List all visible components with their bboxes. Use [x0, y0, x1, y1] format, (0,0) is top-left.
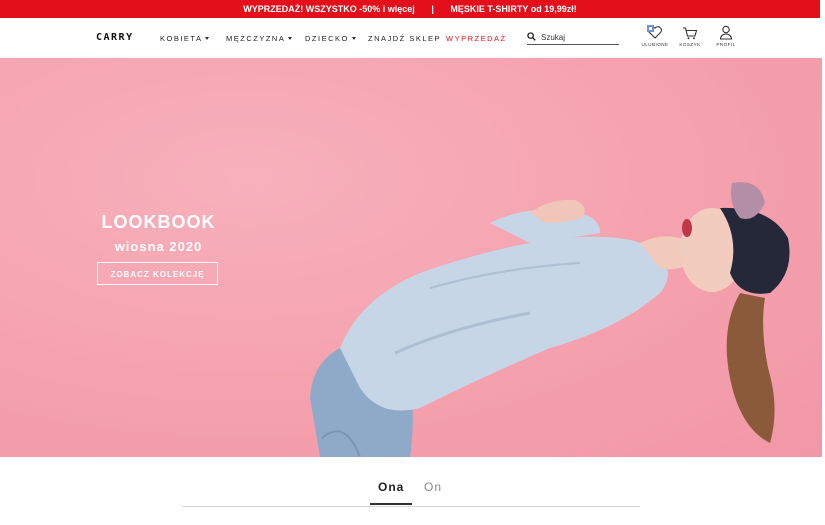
- user-icon: [711, 23, 741, 40]
- promo-bar[interactable]: WYPRZEDAŻ! WSZYSTKO -50% i więcej | MĘSK…: [0, 0, 820, 18]
- tab-ona[interactable]: Ona: [378, 480, 404, 494]
- hero-model-photo: [310, 182, 790, 457]
- hero-title: LOOKBOOK: [101, 212, 216, 232]
- search-box: [527, 30, 619, 45]
- site-header: CARRY KOBIETA MĘŻCZYZNA DZIECKO ZNAJDŹ S…: [0, 18, 825, 58]
- search-icon[interactable]: [527, 32, 537, 42]
- nav-item-kobieta[interactable]: KOBIETA: [160, 32, 226, 44]
- favorites-label: ULUBIONE: [641, 42, 669, 47]
- main-nav: KOBIETA MĘŻCZYZNA DZIECKO ZNAJDŹ SKLEP W…: [160, 32, 507, 44]
- hero-subtitle: wiosna 2020: [114, 239, 203, 254]
- profile-label: PROFIL: [716, 42, 736, 47]
- promo-separator: |: [431, 4, 434, 14]
- nav-item-label: MĘŻCZYZNA: [226, 33, 286, 43]
- see-collection-button[interactable]: ZOBACZ KOLEKCJĘ: [97, 262, 218, 285]
- search-input[interactable]: [541, 32, 617, 42]
- gender-tabs: Ona On: [182, 476, 640, 507]
- nav-item-wyprzedaz[interactable]: WYPRZEDAŻ: [446, 32, 507, 44]
- nav-item-label: ZNAJDŹ SKLEP: [368, 33, 442, 43]
- favorites-button[interactable]: ULUBIONE: [640, 23, 670, 47]
- page: WYPRZEDAŻ! WSZYSTKO -50% i więcej | MĘSK…: [0, 0, 825, 525]
- active-tab-indicator: [370, 503, 412, 505]
- chevron-down-icon: [205, 36, 210, 40]
- profile-button[interactable]: PROFIL: [711, 23, 741, 47]
- nav-item-znajdz-sklep[interactable]: ZNAJDŹ SKLEP: [368, 32, 446, 44]
- cart-button[interactable]: KOSZYK: [675, 23, 705, 47]
- cart-icon: [675, 23, 705, 40]
- cart-label: KOSZYK: [679, 42, 701, 47]
- promo-sale-text[interactable]: WYPRZEDAŻ! WSZYSTKO -50% i więcej: [243, 4, 415, 14]
- tab-on[interactable]: On: [424, 480, 442, 494]
- nav-item-dziecko[interactable]: DZIECKO: [305, 32, 368, 44]
- logo[interactable]: CARRY: [96, 32, 134, 43]
- chevron-down-icon: [288, 36, 293, 40]
- hero-banner[interactable]: LOOKBOOK wiosna 2020 ZOBACZ KOLEKCJĘ: [0, 58, 822, 457]
- nav-item-label: KOBIETA: [160, 33, 203, 43]
- nav-item-label: WYPRZEDAŻ: [446, 33, 507, 43]
- promo-tshirt-text[interactable]: MĘSKIE T-SHIRTY od 19,99zł!: [450, 4, 576, 14]
- nav-item-mezczyzna[interactable]: MĘŻCZYZNA: [226, 32, 305, 44]
- heart-icon: [640, 23, 670, 40]
- chevron-down-icon: [351, 36, 356, 40]
- nav-item-label: DZIECKO: [305, 33, 349, 43]
